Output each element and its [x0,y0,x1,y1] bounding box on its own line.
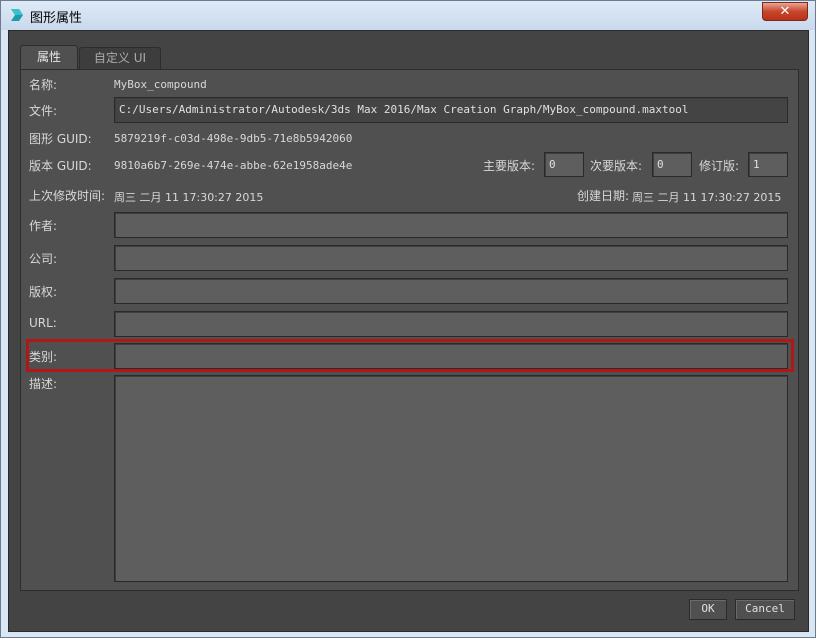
file-path-field[interactable]: C:/Users/Administrator/Autodesk/3ds Max … [114,97,788,123]
revision-field[interactable]: 1 [748,152,788,177]
version-guid-value: 9810a6b7-269e-474e-abbe-62e1958ade4e [114,159,353,172]
company-field[interactable] [114,245,788,271]
last-modified-label: 上次修改时间: [29,189,106,203]
major-version-field[interactable]: 0 [544,152,584,177]
tab-custom-ui[interactable]: 自定义 UI [79,47,161,69]
name-value: MyBox_compound [114,78,207,91]
cancel-button[interactable]: Cancel [735,599,795,620]
window-title: 图形属性 [30,11,83,26]
copyright-field[interactable] [114,278,788,304]
graph-guid-label: 图形 GUID: [29,132,92,146]
company-label: 公司: [29,252,58,266]
dialog-window: 图形属性 ✕ 属性 自定义 UI 名称: MyBox_compound 文件: … [0,0,816,638]
name-label: 名称: [29,78,58,92]
copyright-label: 版权: [29,285,58,299]
created-label: 创建日期: [577,189,630,203]
ok-button[interactable]: OK [689,599,727,620]
created-value: 周三 二月 11 17:30:27 2015 [632,191,782,204]
author-label: 作者: [29,219,58,233]
3ds-max-app-icon [11,9,23,21]
url-label: URL: [29,316,57,330]
graph-guid-value: 5879219f-c03d-498e-9db5-71e8b5942060 [114,132,353,145]
category-label: 类别: [29,350,58,364]
description-label: 描述: [29,377,58,391]
revision-label: 修订版: [699,159,740,173]
description-textarea[interactable] [114,375,788,582]
minor-version-label: 次要版本: [590,159,643,173]
url-field[interactable] [114,311,788,337]
title-bar[interactable]: 图形属性 ✕ [1,1,815,30]
major-version-label: 主要版本: [483,159,536,173]
category-field[interactable] [114,343,788,369]
close-button[interactable]: ✕ [762,2,808,21]
author-field[interactable] [114,212,788,238]
file-label: 文件: [29,104,58,118]
version-guid-label: 版本 GUID: [29,159,92,173]
minor-version-field[interactable]: 0 [652,152,692,177]
tab-properties[interactable]: 属性 [20,45,78,70]
last-modified-value: 周三 二月 11 17:30:27 2015 [114,191,264,204]
